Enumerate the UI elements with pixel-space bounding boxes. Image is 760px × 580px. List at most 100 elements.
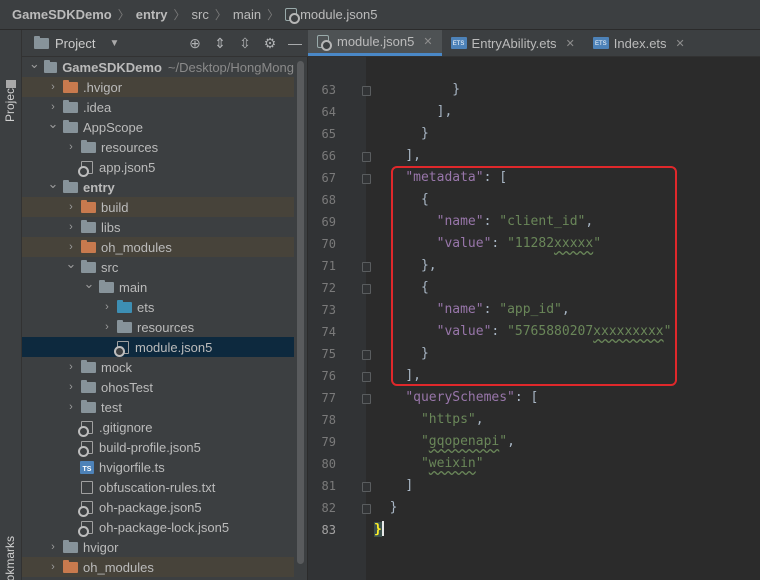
breadcrumb-item-current[interactable]: module.json5 — [285, 7, 378, 24]
fold-marker-icon[interactable] — [362, 174, 371, 184]
tree-item[interactable]: › resources — [22, 317, 294, 337]
tree-item-label: oh_modules — [83, 559, 154, 575]
close-icon[interactable]: ✕ — [676, 37, 685, 50]
json-file-icon — [317, 35, 332, 51]
chevron-right-icon[interactable]: › — [64, 381, 78, 393]
bookmarks-tool-window-button[interactable]: Bookmarks — [2, 530, 20, 580]
line-number: 65 — [321, 127, 336, 141]
editor-tab-label: EntryAbility.ets — [471, 35, 557, 51]
tree-item[interactable]: › test — [22, 397, 294, 417]
tree-item[interactable]: › oh_modules — [22, 237, 294, 257]
tree-item[interactable]: › ets — [22, 297, 294, 317]
line-number-gutter[interactable]: 63 64 65 66 67 68 69 70 71 72 73 74 75 76 77 78 79 80 81 82… — [308, 57, 366, 580]
chevron-right-icon[interactable]: › — [64, 401, 78, 413]
tree-item[interactable]: ›.gitignore — [22, 417, 294, 437]
typescript-file-icon: TS — [80, 460, 94, 474]
tree-item[interactable]: ›oh-package.json5 — [22, 497, 294, 517]
tree-item[interactable]: ⌄ GameSDKDemo ~/Desktop/HongMong — [22, 57, 294, 77]
breadcrumb: GameSDKDemo 〉 entry 〉 src 〉 main 〉 modul… — [0, 0, 760, 30]
chevron-down-icon[interactable]: ⌄ — [28, 57, 41, 72]
hide-icon[interactable]: — — [288, 36, 302, 50]
tree-item[interactable]: › libs — [22, 217, 294, 237]
close-icon[interactable]: ✕ — [566, 37, 575, 50]
tree-item[interactable]: › oh_modules — [22, 557, 294, 577]
fold-marker-icon[interactable] — [362, 504, 371, 514]
breadcrumb-item[interactable]: entry — [136, 7, 168, 22]
config-file-icon — [78, 420, 93, 437]
tree-item[interactable]: ⌄ src — [22, 256, 294, 277]
tree-item[interactable]: ›app.json5 — [22, 157, 294, 177]
chevron-right-icon[interactable]: › — [64, 241, 78, 253]
tree-item[interactable]: ›oh-package-lock.json5 — [22, 517, 294, 537]
line-number: 64 — [321, 105, 336, 119]
fold-marker-icon[interactable] — [362, 350, 371, 360]
tree-item-path: ~/Desktop/HongMong — [167, 59, 294, 75]
project-panel-title: Project — [55, 35, 96, 51]
code-editor[interactable]: 63 64 65 66 67 68 69 70 71 72 73 74 75 76 77 78 79 80 81 82… — [308, 57, 760, 580]
tree-item[interactable]: ›TShvigorfile.ts — [22, 457, 294, 477]
fold-marker-icon[interactable] — [362, 372, 371, 382]
project-tool-window-button[interactable]: Project — [2, 64, 20, 124]
line-number: 74 — [321, 325, 336, 339]
folder-icon — [63, 119, 78, 133]
breadcrumb-item[interactable]: GameSDKDemo — [12, 7, 112, 22]
chevron-right-icon[interactable]: › — [46, 101, 60, 113]
chevron-down-icon[interactable]: ⌄ — [82, 276, 96, 292]
chevron-right-icon[interactable]: › — [64, 141, 78, 153]
tree-item[interactable]: ⌄ AppScope — [22, 116, 294, 137]
chevron-down-icon[interactable]: ⌄ — [46, 116, 60, 132]
tree-item-label: hvigorfile.ts — [99, 459, 165, 475]
code-line: "name": "app_id", — [436, 302, 570, 317]
chevron-right-icon[interactable]: › — [46, 541, 60, 553]
fold-marker-icon[interactable] — [362, 482, 371, 492]
tree-item[interactable]: › ohosTest — [22, 377, 294, 397]
tree-item[interactable]: › hvigor — [22, 537, 294, 557]
editor-tab[interactable]: module.json5 ✕ — [308, 30, 442, 56]
locate-icon[interactable]: ⊕ — [188, 36, 202, 50]
tree-item[interactable]: › mock — [22, 357, 294, 377]
tree-item-label: obfuscation-rules.txt — [99, 479, 216, 495]
breadcrumb-file-label: module.json5 — [300, 7, 378, 22]
chevron-right-icon[interactable]: › — [100, 321, 114, 333]
folder-icon — [81, 219, 96, 233]
tree-item[interactable]: › .hvigor — [22, 77, 294, 97]
fold-marker-icon[interactable] — [362, 394, 371, 404]
line-number: 71 — [321, 259, 336, 273]
folder-icon — [63, 99, 78, 113]
line-number: 72 — [321, 281, 336, 295]
tree-item[interactable]: ›obfuscation-rules.txt — [22, 477, 294, 497]
tree-item[interactable]: ⌄ entry — [22, 176, 294, 197]
gear-icon[interactable]: ⚙ — [263, 36, 277, 50]
chevron-right-icon[interactable]: › — [64, 221, 78, 233]
tree-item[interactable]: › resources — [22, 137, 294, 157]
chevron-right-icon[interactable]: › — [64, 201, 78, 213]
fold-marker-icon[interactable] — [362, 262, 371, 272]
tree-item[interactable]: ›build-profile.json5 — [22, 437, 294, 457]
chevron-down-icon[interactable]: ⌄ — [46, 176, 60, 192]
editor-tab[interactable]: ETS Index.ets ✕ — [584, 30, 694, 56]
line-number: 66 — [321, 149, 336, 163]
project-view-selector[interactable]: Project ▼ — [34, 35, 119, 51]
folder-icon — [34, 35, 49, 49]
chevron-right-icon[interactable]: › — [100, 301, 114, 313]
chevron-right-icon[interactable]: › — [64, 361, 78, 373]
editor-tab[interactable]: ETS EntryAbility.ets ✕ — [442, 30, 584, 56]
tree-scrollbar[interactable] — [294, 57, 308, 580]
tree-scrollbar-thumb[interactable] — [297, 61, 304, 564]
tree-item[interactable]: ›module.json5 — [22, 337, 294, 357]
fold-marker-icon[interactable] — [362, 152, 371, 162]
close-icon[interactable]: ✕ — [423, 35, 432, 48]
tree-item[interactable]: › build — [22, 197, 294, 217]
collapse-all-icon[interactable]: ⇳ — [238, 36, 252, 50]
chevron-down-icon[interactable]: ⌄ — [64, 256, 78, 272]
fold-marker-icon[interactable] — [362, 86, 371, 96]
chevron-right-icon[interactable]: › — [46, 81, 60, 93]
chevron-right-icon[interactable]: › — [46, 561, 60, 573]
tree-item[interactable]: ⌄ main — [22, 276, 294, 297]
breadcrumb-item[interactable]: main — [233, 7, 261, 22]
fold-marker-icon[interactable] — [362, 284, 371, 294]
tree-item[interactable]: › .idea — [22, 97, 294, 117]
expand-all-icon[interactable]: ⇕ — [213, 36, 227, 50]
project-tree[interactable]: ⌄ GameSDKDemo ~/Desktop/HongMong › .hvigor ›.… — [22, 57, 294, 580]
breadcrumb-item[interactable]: src — [192, 7, 209, 22]
